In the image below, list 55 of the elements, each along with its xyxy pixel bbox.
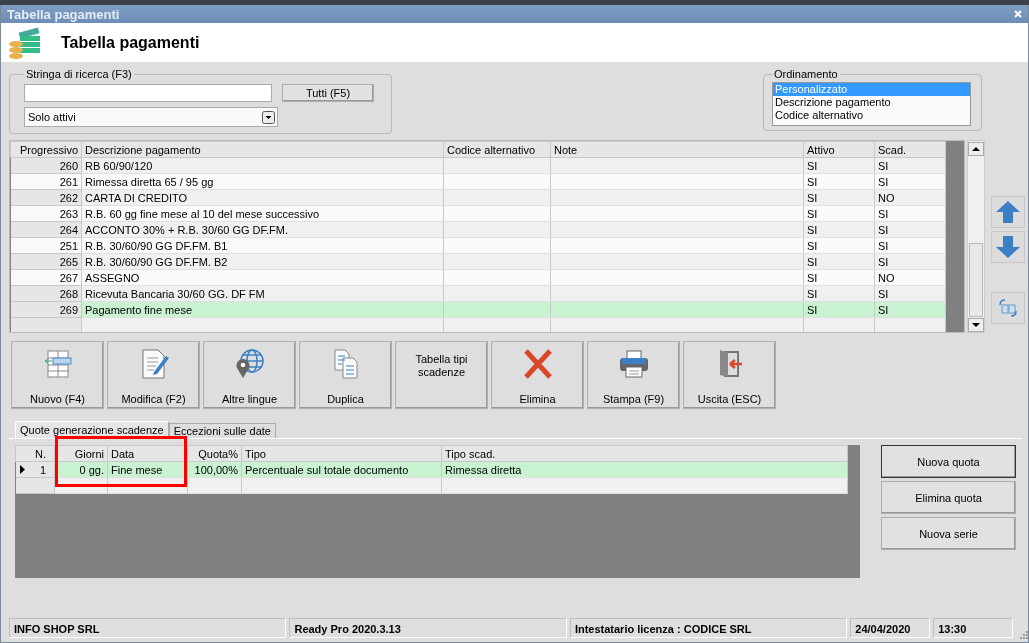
move-down-button[interactable]	[991, 231, 1025, 263]
scroll-down-icon[interactable]	[968, 318, 984, 332]
filter-dropdown[interactable]: Solo attivi	[24, 107, 278, 127]
search-field[interactable]	[24, 84, 272, 102]
toolbar-button[interactable]: Altre lingue	[203, 341, 296, 409]
status-panel: 24/04/2020	[850, 618, 931, 638]
tab[interactable]: Eccezioni sulle date	[168, 423, 276, 438]
column-header[interactable]: Data	[107, 445, 188, 462]
status-panel: 13:30	[933, 618, 1013, 638]
group-label: Stringa di ricerca (F3)	[25, 68, 133, 80]
column-header[interactable]: Tipo scad.	[441, 445, 848, 462]
globe-pin-icon	[233, 348, 266, 380]
ordering-option[interactable]: Codice alternativo	[773, 109, 970, 122]
arrow-up-icon	[996, 201, 1020, 223]
column-header[interactable]: Descrizione pagamento	[81, 141, 444, 158]
status-panel: INFO SHOP SRL	[9, 618, 287, 638]
scroll-up-icon[interactable]	[968, 142, 984, 156]
column-header[interactable]: Tipo	[241, 445, 442, 462]
row-number: 1	[39, 463, 46, 476]
column-header[interactable]: N.	[15, 445, 55, 462]
tab[interactable]: Quote generazione scadenze	[15, 421, 169, 438]
toolbar-button[interactable]: Stampa (F9)	[587, 341, 680, 409]
quote-button[interactable]: Elimina quota	[881, 481, 1016, 514]
toolbar-button[interactable]: Uscita (ESC)	[683, 341, 776, 409]
printer-icon	[617, 348, 650, 380]
status-panel: Ready Pro 2020.3.13	[289, 618, 567, 638]
move-up-button[interactable]	[991, 196, 1025, 228]
column-header[interactable]: Codice alternativo	[443, 141, 551, 158]
column-header[interactable]: Note	[550, 141, 804, 158]
group-label: Ordinamento	[773, 68, 839, 80]
swap-documents-icon	[997, 298, 1019, 318]
toolbar-button[interactable]: Nuovo (F4)	[11, 341, 104, 409]
quote-button[interactable]: Nuova serie	[881, 517, 1016, 550]
current-row-icon	[19, 464, 25, 474]
quote-button[interactable]: Nuova quota	[881, 445, 1016, 478]
status-panel: Intestatario licenza : CODICE SRL	[569, 618, 848, 638]
column-header[interactable]: Scad.	[874, 141, 946, 158]
toolbar-button[interactable]: Elimina	[491, 341, 584, 409]
swap-button[interactable]	[991, 292, 1025, 324]
column-header[interactable]: Progressivo	[10, 141, 82, 158]
toolbar-button[interactable]: Tabella tipi scadenze	[395, 341, 488, 409]
window-title: Tabella pagamenti	[7, 6, 120, 22]
arrow-down-icon	[996, 236, 1020, 258]
column-header[interactable]: Attivo	[803, 141, 875, 158]
delete-icon	[521, 348, 554, 380]
close-icon[interactable]	[1014, 10, 1022, 18]
toolbar-button[interactable]: Duplica	[299, 341, 392, 409]
toolbar-button[interactable]: Modifica (F2)	[107, 341, 200, 409]
column-header[interactable]: Quota%	[187, 445, 242, 462]
resize-grip-icon	[1020, 631, 1028, 639]
all-button[interactable]: Tutti (F5)	[282, 84, 374, 102]
ordering-option[interactable]: Descrizione pagamento	[773, 96, 970, 109]
coins-and-banknotes-icon	[7, 25, 41, 60]
page-title: Tabella pagamenti	[61, 33, 200, 52]
scrollbar[interactable]	[967, 140, 985, 333]
